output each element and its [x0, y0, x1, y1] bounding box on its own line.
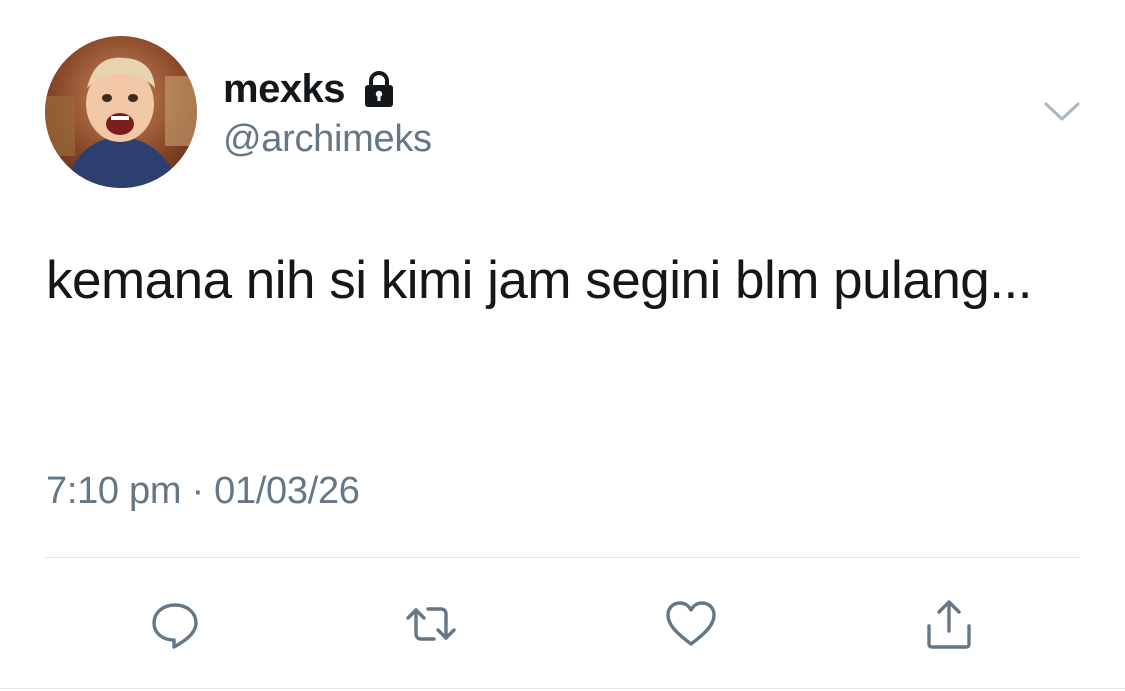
profile-avatar[interactable]: [45, 36, 197, 188]
reply-button[interactable]: [143, 594, 207, 654]
divider: [45, 557, 1080, 558]
share-icon: [927, 600, 971, 649]
timestamp-separator: ·: [191, 470, 204, 512]
user-handle[interactable]: @archimeks: [223, 118, 432, 161]
retweet-button[interactable]: [399, 594, 463, 654]
user-display-name[interactable]: mexks: [223, 64, 399, 114]
share-button[interactable]: [917, 594, 981, 654]
reply-icon: [152, 603, 198, 649]
lock-icon: [359, 69, 399, 109]
tweet-time: 7:10 pm: [46, 470, 182, 512]
display-name-text: mexks: [223, 66, 346, 111]
tweet-timestamp[interactable]: 7:10 pm · 01/03/26: [46, 470, 360, 513]
heart-icon: [666, 601, 716, 646]
tweet-date: 01/03/26: [214, 470, 360, 512]
bottom-divider: [0, 688, 1125, 689]
chevron-down-icon[interactable]: [1043, 97, 1081, 127]
retweet-icon: [406, 607, 456, 641]
avatar-image: [45, 36, 197, 188]
like-button[interactable]: [659, 594, 723, 654]
tweet-text: kemana nih si kimi jam segini blm pulang…: [46, 251, 1032, 310]
